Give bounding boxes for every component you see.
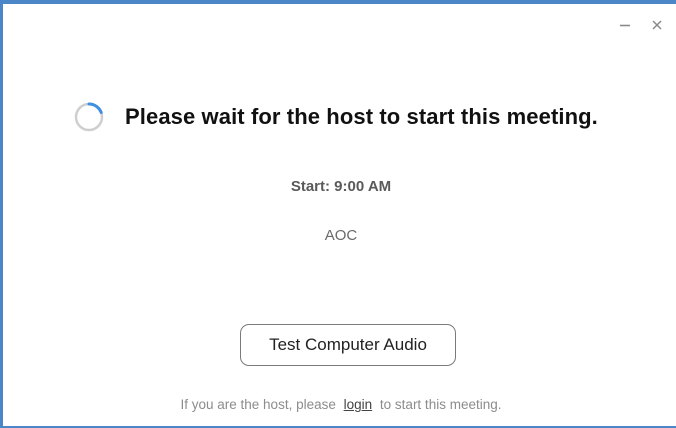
minimize-button[interactable] [618, 18, 632, 32]
meeting-start-time: Start: 9:00 AM [290, 178, 392, 195]
window-controls [618, 18, 664, 32]
login-link[interactable]: login [344, 397, 373, 412]
waiting-message-row: Please wait for the host to start this m… [73, 101, 598, 133]
meeting-name: AOC [324, 227, 358, 244]
host-login-hint: If you are the host, please login to sta… [3, 397, 676, 412]
meeting-wait-window: Please wait for the host to start this m… [0, 0, 676, 428]
close-button[interactable] [650, 18, 664, 32]
loading-spinner-icon [74, 102, 104, 132]
waiting-headline: Please wait for the host to start this m… [125, 104, 598, 129]
host-hint-suffix: to start this meeting. [379, 397, 502, 412]
test-computer-audio-button[interactable]: Test Computer Audio [240, 324, 456, 366]
minimize-icon [620, 24, 630, 27]
host-hint-prefix: If you are the host, please [180, 397, 336, 412]
close-icon [652, 20, 662, 30]
